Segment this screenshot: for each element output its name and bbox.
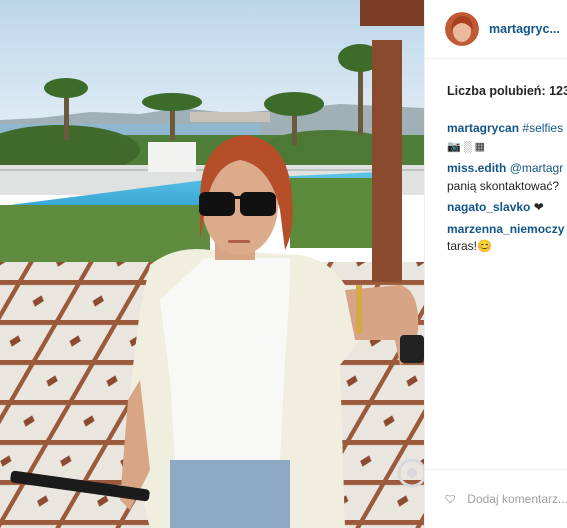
- post-photo[interactable]: [0, 0, 424, 528]
- comment-username[interactable]: martagrycan: [447, 121, 519, 135]
- post-sidebar: martagryc... Liczba polubień: 123 martag…: [424, 0, 567, 528]
- comment-item: miss.edith @martagr panią skontaktować?: [447, 160, 567, 195]
- comment-text: taras!😊: [447, 239, 492, 253]
- comment-item: marzenna_niemoczy taras!😊: [447, 221, 567, 256]
- comment-list: martagrycan #selfies 📷 ░ ▦ miss.edith @m…: [447, 120, 567, 260]
- like-heart-icon[interactable]: [445, 488, 456, 510]
- heart-emoji-icon: ❤: [533, 200, 544, 214]
- post-username[interactable]: martagryc...: [489, 22, 560, 36]
- comment-item: nagato_slavko ❤: [447, 199, 567, 217]
- avatar-image: [445, 12, 479, 46]
- selfie-terrace-image: [0, 0, 424, 528]
- likes-count[interactable]: Liczba polubień: 123: [447, 84, 567, 98]
- comment-username[interactable]: marzenna_niemoczy: [447, 222, 564, 236]
- add-comment-input[interactable]: Dodaj komentarz...: [467, 492, 567, 506]
- post-header: martagryc...: [425, 0, 567, 59]
- post-footer: Dodaj komentarz...: [425, 469, 567, 528]
- comment-item: martagrycan #selfies 📷 ░ ▦: [447, 120, 567, 156]
- watermark-logo: [397, 458, 424, 488]
- instagram-post: martagryc... Liczba polubień: 123 martag…: [0, 0, 567, 528]
- comment-emoji-icons: 📷 ░ ▦: [447, 140, 485, 153]
- comment-username[interactable]: miss.edith: [447, 161, 506, 175]
- comment-hashtag[interactable]: #selfies: [522, 121, 563, 135]
- comment-mention[interactable]: @martagr: [510, 161, 564, 175]
- comment-username[interactable]: nagato_slavko: [447, 200, 530, 214]
- comment-text: panią skontaktować?: [447, 178, 560, 193]
- avatar[interactable]: [445, 12, 479, 46]
